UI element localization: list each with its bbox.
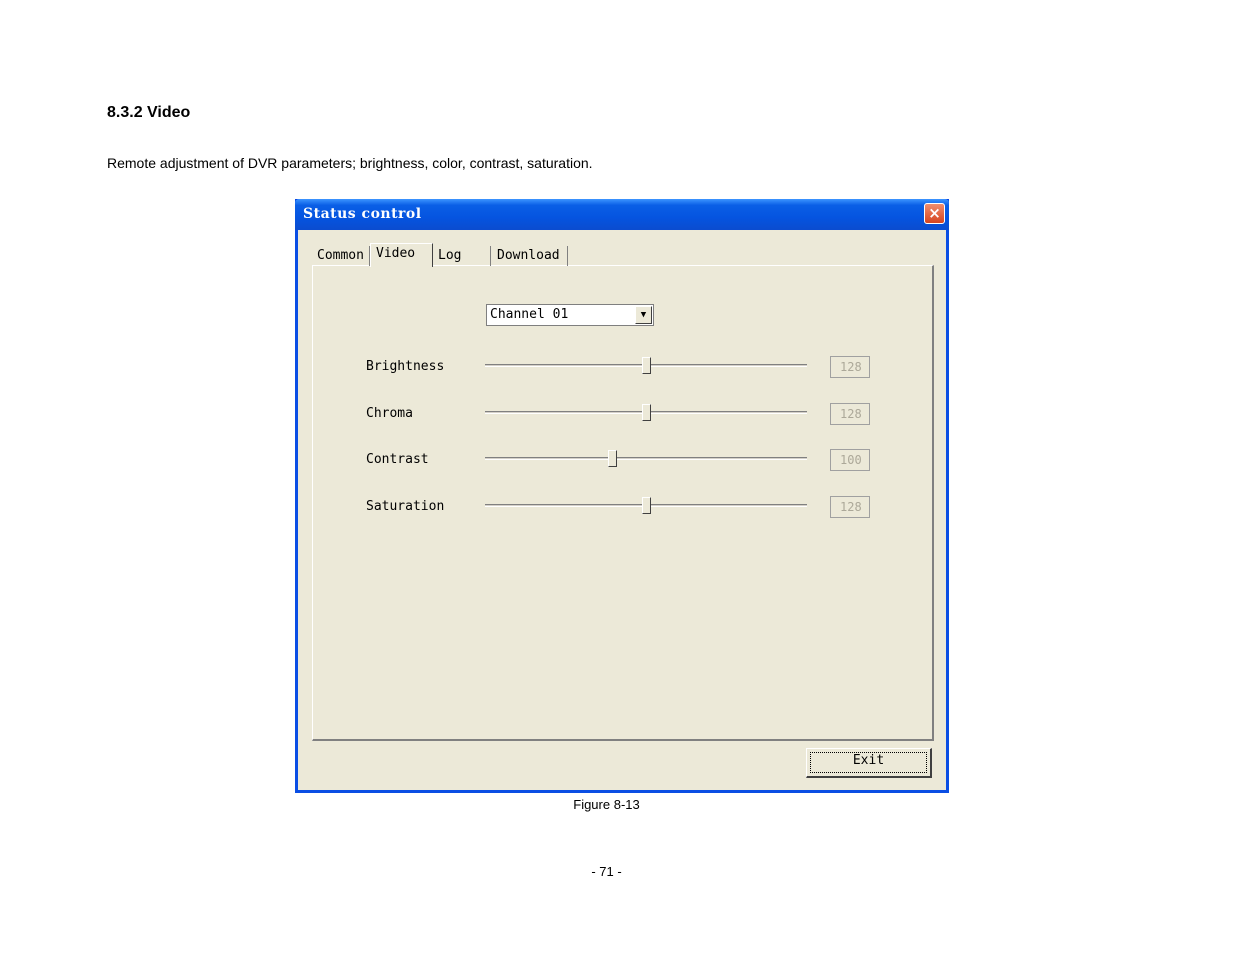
chevron-down-icon[interactable]: ▼: [635, 306, 652, 324]
brightness-slider-thumb[interactable]: [642, 357, 651, 374]
contrast-label: Contrast: [366, 452, 429, 467]
tab-download[interactable]: Download: [492, 246, 568, 266]
brightness-slider-track[interactable]: [485, 357, 807, 374]
saturation-slider-thumb[interactable]: [642, 497, 651, 514]
tab-common[interactable]: Common: [312, 246, 370, 266]
window-title: Status control: [303, 206, 422, 222]
close-icon: ×: [928, 204, 941, 222]
saturation-label: Saturation: [366, 499, 445, 514]
figure-caption: Figure 8-13: [573, 797, 640, 812]
channel-select-value: Channel 01: [490, 307, 569, 322]
contrast-slider-thumb[interactable]: [608, 450, 617, 467]
chroma-slider-track[interactable]: [485, 404, 807, 421]
status-control-window: Status control × Common Video Log Downlo…: [295, 199, 949, 793]
focus-rect: [810, 752, 927, 773]
saturation-value: 128: [830, 496, 870, 518]
channel-select[interactable]: Channel 01 ▼: [486, 304, 654, 326]
contrast-value: 100: [830, 449, 870, 471]
page-number: - 71 -: [591, 864, 622, 879]
section-heading: 8.3.2 Video: [107, 104, 191, 121]
chroma-value: 128: [830, 403, 870, 425]
saturation-slider-track[interactable]: [485, 497, 807, 514]
intro-paragraph: Remote adjustment of DVR parameters; bri…: [107, 155, 593, 171]
tab-log[interactable]: Log: [433, 246, 491, 266]
title-bar[interactable]: Status control ×: [295, 199, 949, 230]
exit-button[interactable]: Exit: [806, 748, 932, 778]
tab-video[interactable]: Video: [370, 243, 433, 267]
contrast-slider-track[interactable]: [485, 450, 807, 467]
brightness-label: Brightness: [366, 359, 445, 374]
chroma-label: Chroma: [366, 406, 413, 421]
brightness-value: 128: [830, 356, 870, 378]
close-button[interactable]: ×: [924, 203, 945, 224]
chroma-slider-thumb[interactable]: [642, 404, 651, 421]
